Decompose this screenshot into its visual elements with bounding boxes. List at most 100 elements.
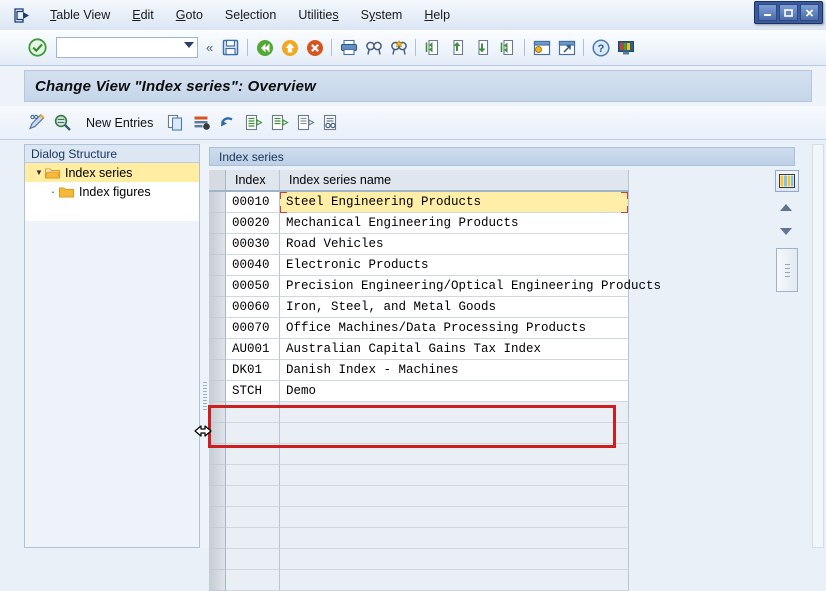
cancel-icon[interactable] <box>303 36 326 59</box>
cell-index[interactable] <box>226 507 280 528</box>
cell-index[interactable] <box>226 528 280 549</box>
command-input[interactable] <box>60 39 176 56</box>
cell-index-series-name[interactable]: Steel Engineering Products <box>280 192 629 213</box>
row-selector[interactable] <box>209 297 226 318</box>
display-change-icon[interactable] <box>24 111 50 135</box>
cell-index[interactable]: 00050 <box>226 276 280 297</box>
table-row-empty[interactable] <box>209 444 629 465</box>
row-selector[interactable] <box>209 234 226 255</box>
table-row[interactable]: 00010 Steel Engineering Products <box>209 192 629 213</box>
cell-index[interactable] <box>226 465 280 486</box>
cell-index[interactable]: DK01 <box>226 360 280 381</box>
cell-index[interactable] <box>226 549 280 570</box>
minimize-button[interactable] <box>758 4 777 21</box>
cell-index-series-name[interactable] <box>280 549 629 570</box>
cell-index-series-name[interactable] <box>280 465 629 486</box>
cell-index-series-name[interactable] <box>280 486 629 507</box>
cell-index-series-name[interactable]: Road Vehicles <box>280 234 629 255</box>
cell-index[interactable]: 00020 <box>226 213 280 234</box>
row-selector[interactable] <box>209 213 226 234</box>
table-row[interactable]: STCH Demo <box>209 381 629 402</box>
copy-as-icon[interactable] <box>163 111 189 135</box>
delete-icon[interactable] <box>189 111 215 135</box>
cell-index-series-name[interactable]: Precision Engineering/Optical Engineerin… <box>280 276 661 297</box>
column-config-icon[interactable] <box>775 170 799 192</box>
cell-index[interactable] <box>226 570 280 591</box>
last-page-icon[interactable] <box>496 36 519 59</box>
details-icon[interactable] <box>50 111 76 135</box>
cell-index[interactable] <box>226 402 280 423</box>
table-row-empty[interactable] <box>209 486 629 507</box>
row-selector[interactable] <box>209 255 226 276</box>
print-icon[interactable] <box>337 36 360 59</box>
previous-page-icon[interactable] <box>446 36 469 59</box>
cell-index-series-name[interactable]: Australian Capital Gains Tax Index <box>280 339 629 360</box>
sidebar-item-index-figures[interactable]: · Index figures <box>25 182 199 201</box>
scrollbar-thumb[interactable] <box>776 248 798 292</box>
cell-index-series-name[interactable]: Danish Index - Machines <box>280 360 629 381</box>
table-row[interactable]: 00030 Road Vehicles <box>209 234 629 255</box>
maximize-button[interactable] <box>779 4 798 21</box>
table-row-empty[interactable] <box>209 528 629 549</box>
row-selector[interactable] <box>209 528 226 549</box>
row-selector[interactable] <box>209 465 226 486</box>
cell-index[interactable]: 00040 <box>226 255 280 276</box>
cell-index-series-name[interactable]: Demo <box>280 381 629 402</box>
menu-item-utilities[interactable]: Utilities <box>287 4 349 26</box>
find-icon[interactable] <box>362 36 385 59</box>
cell-index-series-name[interactable]: Mechanical Engineering Products <box>280 213 629 234</box>
cell-index[interactable]: 00060 <box>226 297 280 318</box>
row-selector[interactable] <box>209 318 226 339</box>
exit-arrow-icon[interactable] <box>9 4 35 26</box>
cell-index-series-name[interactable] <box>280 423 629 444</box>
exit-icon[interactable] <box>278 36 301 59</box>
window-vertical-scrollbar[interactable] <box>812 144 824 548</box>
find-next-icon[interactable] <box>387 36 410 59</box>
cell-index-series-name[interactable] <box>280 444 629 465</box>
undo-icon[interactable] <box>215 111 241 135</box>
toolbar-expand-chevron[interactable]: « <box>204 40 218 55</box>
cell-index[interactable]: 00010 <box>226 192 280 213</box>
row-selector[interactable] <box>209 507 226 528</box>
cell-index[interactable]: STCH <box>226 381 280 402</box>
table-row[interactable]: DK01 Danish Index - Machines <box>209 360 629 381</box>
cell-index[interactable] <box>226 444 280 465</box>
table-row-empty[interactable] <box>209 507 629 528</box>
cell-index-series-name[interactable] <box>280 570 629 591</box>
close-button[interactable] <box>800 4 819 21</box>
menu-item-selection[interactable]: Selection <box>214 4 287 26</box>
table-row-empty[interactable] <box>209 549 629 570</box>
menu-item-edit[interactable]: Edit <box>121 4 165 26</box>
scroll-down-icon[interactable] <box>775 223 797 240</box>
splitter-grip[interactable] <box>203 382 207 412</box>
next-page-icon[interactable] <box>471 36 494 59</box>
table-row[interactable]: 00060 Iron, Steel, and Metal Goods <box>209 297 629 318</box>
help-icon[interactable]: ? <box>589 36 612 59</box>
cell-index-series-name[interactable] <box>280 528 629 549</box>
cell-index[interactable]: 00070 <box>226 318 280 339</box>
cell-index-series-name[interactable]: Electronic Products <box>280 255 629 276</box>
cell-index-series-name[interactable]: Office Machines/Data Processing Products <box>280 318 629 339</box>
table-row-empty[interactable] <box>209 423 629 444</box>
row-selector[interactable] <box>209 549 226 570</box>
cell-index-series-name[interactable]: Iron, Steel, and Metal Goods <box>280 297 629 318</box>
save-icon[interactable] <box>219 36 242 59</box>
expand-triangle-icon[interactable]: ▼ <box>33 168 45 177</box>
chevron-down-icon[interactable] <box>184 42 194 48</box>
deselect-all-icon[interactable] <box>293 111 319 135</box>
column-header-index[interactable]: Index <box>226 170 280 191</box>
command-field[interactable] <box>56 37 198 58</box>
green-check-enter-icon[interactable] <box>26 37 48 59</box>
row-selector[interactable] <box>209 570 226 591</box>
row-selector[interactable] <box>209 192 226 213</box>
menu-item-help[interactable]: Help <box>413 4 461 26</box>
table-row-empty[interactable] <box>209 570 629 591</box>
row-selector[interactable] <box>209 486 226 507</box>
row-selector[interactable] <box>209 360 226 381</box>
cell-index-series-name[interactable] <box>280 402 629 423</box>
row-selector[interactable] <box>209 402 226 423</box>
table-row[interactable]: 00040 Electronic Products <box>209 255 629 276</box>
menu-item-system[interactable]: System <box>350 4 414 26</box>
customize-layout-icon[interactable] <box>614 36 637 59</box>
column-header-index-series-name[interactable]: Index series name <box>280 170 629 191</box>
